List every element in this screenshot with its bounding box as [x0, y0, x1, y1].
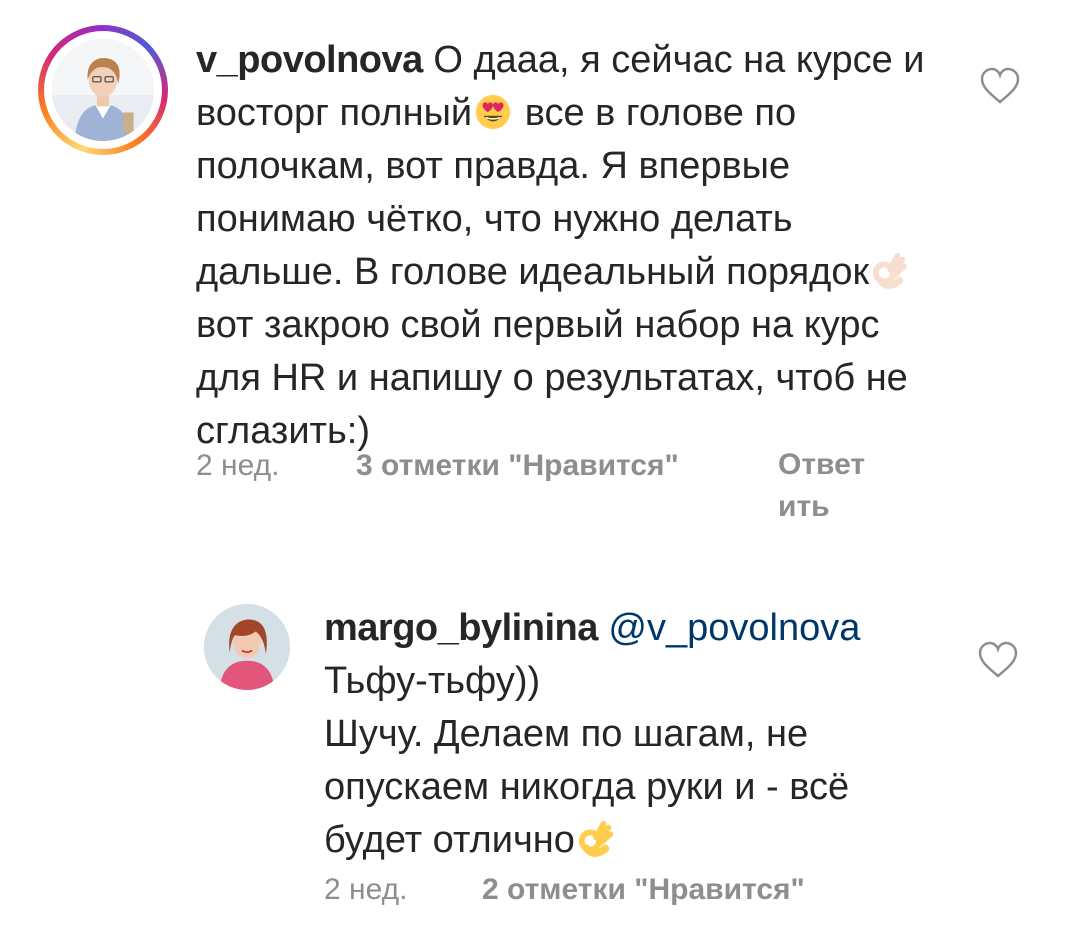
comment-time: 2 нед. — [196, 449, 280, 482]
story-ring[interactable] — [38, 25, 168, 155]
comment-body-end: вот закрою свой первый набор на курс для… — [196, 304, 908, 452]
comment-margo-bylinina: margo_bylinina @v_povolnova Тьфу-тьфу)) … — [0, 580, 1079, 925]
heart-eyes-emoji — [474, 93, 512, 131]
reply-button[interactable]: Ответ ить — [778, 444, 865, 528]
ok-hand-emoji — [871, 252, 909, 290]
comment-body-line1: Тьфу-тьфу)) — [324, 660, 541, 702]
mention-link[interactable]: @v_povolnova — [608, 607, 860, 649]
likes-count[interactable]: 2 отметки "Нравится" — [482, 870, 805, 910]
likes-count[interactable]: 3 отметки "Нравится" — [356, 446, 679, 486]
comment-text: margo_bylinina @v_povolnova Тьфу-тьфу)) … — [324, 602, 944, 867]
ok-hand-emoji — [577, 820, 615, 858]
like-heart-icon[interactable] — [976, 640, 1020, 680]
comment-text: v_povolnova О дааа, я сейчас на курсе и … — [196, 34, 936, 458]
reply-label-line1: Ответ — [778, 448, 866, 481]
username[interactable]: v_povolnova — [196, 39, 423, 81]
reply-label-line2: ить — [778, 490, 830, 523]
avatar[interactable] — [204, 604, 290, 690]
comment-v-povolnova: v_povolnova О дааа, я сейчас на курсе и … — [0, 0, 1079, 560]
comment-time: 2 нед. — [324, 873, 408, 906]
like-heart-icon[interactable] — [978, 66, 1022, 106]
username[interactable]: margo_bylinina — [324, 607, 598, 649]
avatar[interactable] — [52, 39, 154, 141]
